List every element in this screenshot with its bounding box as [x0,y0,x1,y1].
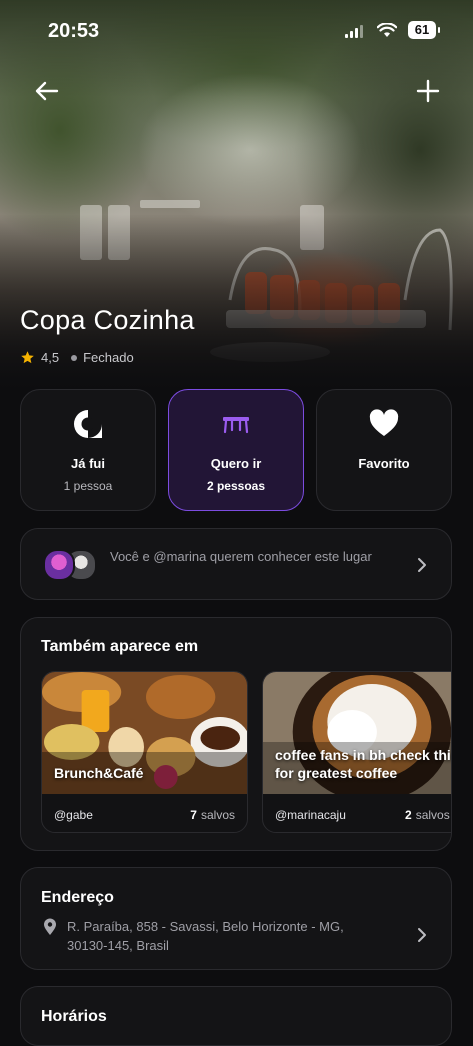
been-there-label: Já fui [71,456,105,471]
friends-interest-row[interactable]: Você e @marina querem conhecer este luga… [20,528,452,600]
status-time: 20:53 [48,20,100,42]
lists-section: Também aparece em Brunch&Café @gabe 7 sal… [20,617,452,851]
list-owner: @gabe [54,808,93,822]
cellular-signal-icon [345,25,363,38]
rating-value: 4,5 [41,350,60,365]
heart-icon [369,409,399,436]
hours-section[interactable]: Horários [20,986,452,1046]
been-there-button[interactable]: Já fui 1 pessoa [20,389,156,511]
chevron-right-icon [418,558,426,572]
address-title: Endereço [41,889,114,906]
star-icon [21,351,34,364]
battery-icon: 61 [408,21,440,39]
want-to-go-count: 2 pessoas [206,479,266,493]
open-status: Fechado [83,350,134,365]
favorite-label: Favorito [358,456,410,471]
table-icon [223,417,249,434]
been-there-icon [74,410,102,438]
list-name: Brunch&Café [54,765,144,781]
list-save-count: 7 salvos [190,808,235,822]
list-save-count: 2 salvos [405,808,450,822]
friends-interest-text: Você e @marina querem conhecer este luga… [110,549,372,564]
chevron-right-icon [418,928,426,942]
avatar [43,549,75,581]
list-owner: @marinacaju [275,808,346,822]
want-to-go-button[interactable]: Quero ir 2 pessoas [168,389,304,511]
want-to-go-label: Quero ir [210,456,262,471]
been-there-count: 1 pessoa [63,479,113,493]
add-icon[interactable] [413,76,443,106]
list-card-coffee[interactable]: coffee fans in bh check this out for gre… [262,671,451,833]
list-card-brunch[interactable]: Brunch&Café @gabe 7 salvos [41,671,248,833]
address-text: R. Paraíba, 858 - Savassi, Belo Horizont… [67,919,344,953]
place-meta: 4,5 Fechado [20,350,134,365]
hours-title: Horários [41,1008,107,1025]
wifi-icon [377,23,397,37]
location-pin-icon [44,918,56,935]
back-arrow-icon[interactable] [32,76,62,106]
list-name: coffee fans in bh check this out for gre… [275,747,451,781]
lists-section-title: Também aparece em [41,638,199,655]
address-section[interactable]: Endereço R. Paraíba, 858 - Savassi, Belo… [20,867,452,970]
separator-dot [71,354,78,361]
favorite-button[interactable]: Favorito [316,389,452,511]
status-bar: 20:53 61 [0,18,473,46]
place-name: Copa Cozinha [20,305,195,335]
